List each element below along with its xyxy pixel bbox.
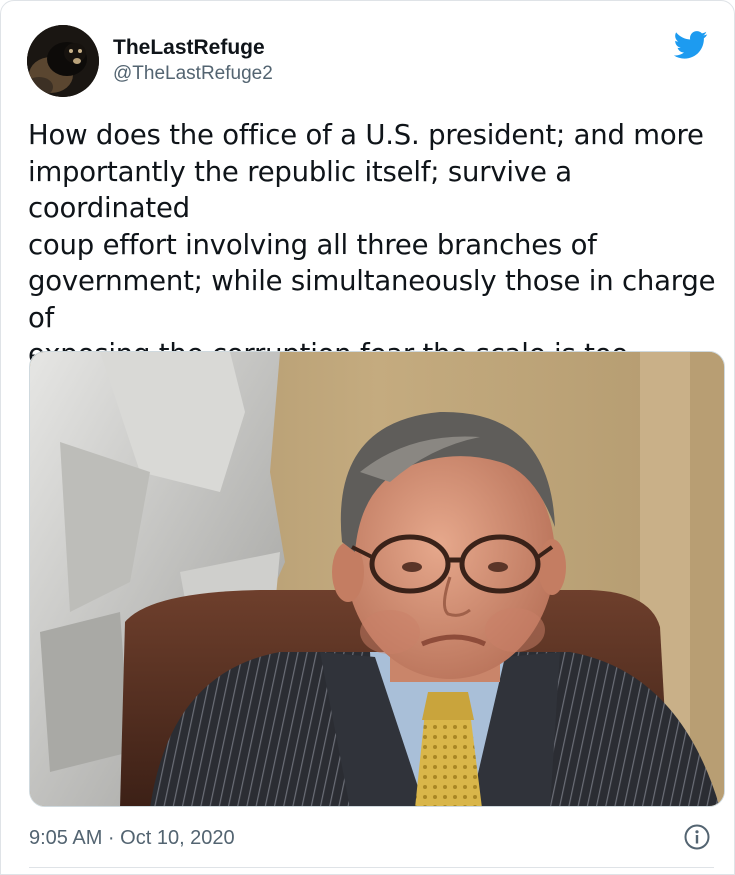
display-name[interactable]: TheLastRefuge [113, 35, 273, 61]
footer-divider [29, 867, 714, 868]
avatar[interactable] [27, 25, 99, 97]
tweet-footer: 9:05 AM · Oct 10, 2020 [29, 823, 714, 853]
user-block: TheLastRefuge @TheLastRefuge2 [113, 35, 273, 87]
twitter-bird-icon[interactable] [674, 31, 708, 59]
tweet-timestamp[interactable]: 9:05 AM · Oct 10, 2020 [29, 827, 235, 849]
tweet-card: TheLastRefuge @TheLastRefuge2 How does t… [0, 0, 735, 875]
tweet-photo[interactable] [29, 351, 725, 807]
avatar-image [27, 25, 99, 97]
tweet-header: TheLastRefuge @TheLastRefuge2 [27, 25, 714, 99]
info-icon[interactable] [684, 824, 710, 850]
photo-image [30, 352, 724, 806]
user-handle[interactable]: @TheLastRefuge2 [113, 61, 273, 87]
